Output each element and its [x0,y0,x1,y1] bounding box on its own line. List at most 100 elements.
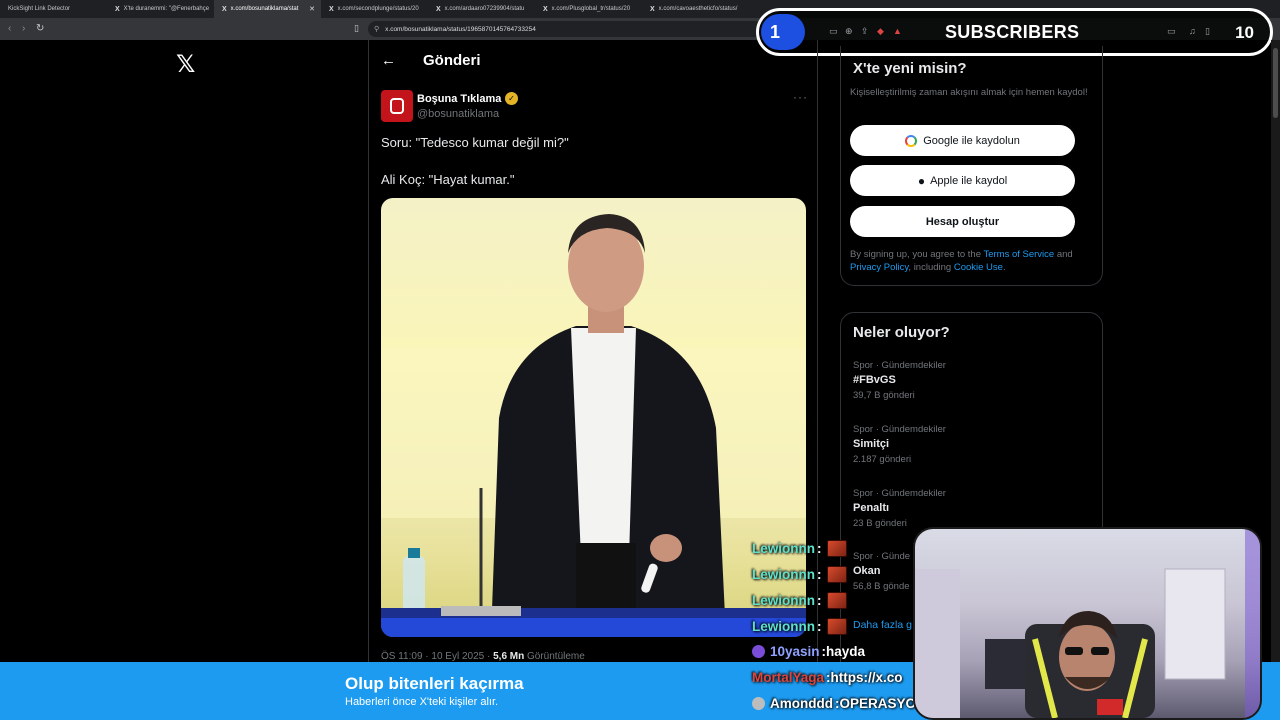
chat-text: OPERASYO [839,696,917,711]
chat-username: 10yasin [770,644,820,659]
subscriber-label: SUBSCRIBERS [945,22,1080,42]
chat-text: https://x.co [830,670,903,685]
post-views-label: Görüntüleme [524,651,585,662]
chat-separator: : [817,593,822,608]
post-text-line-2: Ali Koç: "Hayat kumar." [381,172,515,187]
browser-tab[interactable]: X X'te duranemmi: "@Fenerbahçe [107,0,214,18]
trend-item[interactable]: Spor · Gündemdekiler #FBvGS 39,7 B gönde… [853,360,1083,401]
chat-username: Lewionnn [752,567,815,582]
chat-username: Lewionnn [752,593,815,608]
post-text-line-1: Soru: "Tedesco kumar değil mi?" [381,135,569,150]
browser-tab-label: x.com/Plusglobal_tr/status/20 [551,6,631,12]
share-icon: ⇪ [861,26,869,36]
apple-signup-button[interactable]: ● Apple ile kaydol [850,165,1075,196]
browser-tab-label: x.com/ardaaro07239904/statu [444,6,525,12]
google-signup-button[interactable]: Google ile kaydolun [850,125,1075,156]
post-image[interactable] [381,198,806,637]
music-icon: ♫ [1189,26,1196,36]
chat-username: MortalYaga [752,670,825,685]
trend-category: Spor · Gündemdekiler [853,488,946,499]
subscriber-goal: 10 [1235,23,1254,42]
chat-message: Lewionnn : [752,540,847,557]
back-nav-icon[interactable]: ‹ [8,23,11,34]
chat-message: MortalYaga : https://x.co [752,670,903,685]
signup-panel: X'te yeni misin? Kişiselleştirilmiş zama… [840,46,1103,286]
x-logo-icon[interactable]: 𝕏 [176,50,195,79]
extension-icon: ◆ [877,26,884,36]
chat-message: Amonddd : OPERASYO [752,696,916,711]
reload-icon[interactable]: ↻ [36,23,44,34]
page-title: Gönderi [423,52,481,69]
show-more-link[interactable]: Daha fazla g [853,619,912,631]
trends-title: Neler oluyor? [853,324,950,341]
tab-search-icon: ▭ [829,26,838,36]
terms-notice: By signing up, you agree to the Terms of… [850,248,1095,274]
verified-badge-icon: ✓ [505,92,518,105]
trend-item[interactable]: Spor · Gündemdekiler Penaltı 23 B gönder… [853,488,1083,529]
downloads-icon: ▭ [1167,26,1176,36]
site-info-icon[interactable]: ⚲ [374,25,379,33]
browser-tab[interactable]: Xx.com/Plusglobal_tr/status/20 [535,0,642,18]
terms-text-4: . [1002,262,1006,273]
trend-item[interactable]: Spor · Gündemdekiler Simitçi 2.187 gönde… [853,424,1083,465]
author-avatar[interactable] [381,90,413,122]
x-favicon-icon: X [329,5,334,13]
back-arrow-icon[interactable]: ← [381,52,396,69]
post-timestamp: ÖS 11:09 · 10 Eyl 2025 · 5,6 Mn Görüntül… [381,651,585,662]
webcam-illustration [915,529,1260,718]
chat-message: Lewionnn : [752,618,847,635]
author-handle[interactable]: @bosunatiklama [417,108,499,120]
create-account-button[interactable]: Hesap oluştur [850,206,1075,237]
forward-nav-icon[interactable]: › [22,23,25,34]
chat-message: Lewionnn : [752,592,847,609]
browser-tab[interactable]: Xx.com/ardaaro07239904/statu [428,0,535,18]
browser-tab[interactable]: KickSight Link Detector [0,0,107,18]
chat-separator: : [817,567,822,582]
chat-separator: : [817,541,822,556]
avatar-cursor-icon [390,98,404,114]
trend-name: Penaltı [853,502,890,514]
tab-close-icon[interactable]: ✕ [309,5,315,13]
chat-badge-icon [752,645,765,658]
browser-tab[interactable]: Xx.com/cavoaestheticfo/status/ [642,0,749,18]
address-bar[interactable]: ⚲ x.com/bosunatiklama/status/19658701457… [368,21,763,37]
chat-separator: : [817,619,822,634]
bookmark-icon[interactable]: ▯ [354,23,359,34]
browser-tab[interactable]: Xx.com/bosunatiklama/stat ✕ [214,0,321,18]
privacy-policy-link[interactable]: Privacy Policy [850,262,908,273]
terms-text-1: By signing up, you agree to the [850,249,984,260]
author-name[interactable]: Boşuna Tıklama [417,93,501,105]
post-photo-illustration [381,214,806,637]
zoom-icon: ⊕ [845,26,853,36]
webcam-overlay [913,527,1262,720]
chat-message: Lewionnn : [752,566,847,583]
sidebar-icon: ▯ [1205,26,1210,36]
chat-username: Lewionnn [752,541,815,556]
chat-emote-icon [826,540,847,557]
x-favicon-icon: X [115,5,120,13]
banner-subtitle: Haberleri önce X'teki kişiler alır. [345,696,499,708]
terms-of-service-link[interactable]: Terms of Service [983,249,1054,260]
post-time: ÖS 11:09 · 10 Eyl 2025 · [381,651,494,662]
browser-tab-label: KickSight Link Detector [8,6,71,12]
browser-tab-label: x.com/cavoaestheticfo/status/ [658,6,738,12]
browser-tab[interactable]: Xx.com/secondplunge/status/20 [321,0,428,18]
google-icon [905,134,918,147]
post-views: 5,6 Mn [493,651,525,662]
scrollbar-thumb[interactable] [1273,48,1278,118]
x-favicon-icon: X [222,5,227,13]
signup-subtitle: Kişiselleştirilmiş zaman akışını almak i… [850,87,1088,98]
x-favicon-icon: X [543,5,548,13]
banner-title: Olup bitenleri kaçırma [345,674,524,693]
cookie-use-link[interactable]: Cookie Use [954,262,1003,273]
signup-title: X'te yeni misin? [853,60,967,77]
x-favicon-icon: X [436,5,441,13]
terms-text-3: , including [908,262,954,273]
alert-extension-icon: ▲ [893,26,902,36]
browser-tab-label: x.com/secondplunge/status/20 [337,6,419,12]
apple-icon: ● [917,173,926,188]
more-options-icon[interactable]: ··· [793,90,808,104]
page-scrollbar[interactable] [1271,40,1280,662]
terms-text-2: and [1054,249,1073,260]
post-column: ← Gönderi Boşuna Tıklama ✓ @bosunatiklam… [368,40,818,662]
